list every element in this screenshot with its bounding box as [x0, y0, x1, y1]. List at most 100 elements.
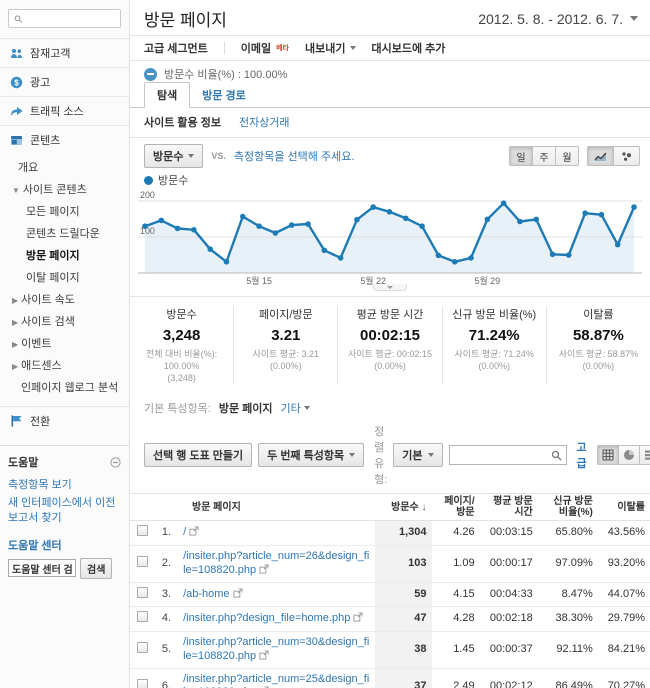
granularity-day-button[interactable]: 일 — [509, 146, 533, 166]
row-checkbox[interactable] — [137, 556, 148, 567]
plot-rows-button[interactable]: 선택 행 도표 만들기 — [144, 443, 252, 467]
row-checkbox[interactable] — [137, 679, 148, 688]
sidebar-item-adsense[interactable]: ▶애드센스 — [0, 354, 129, 376]
date-range-picker[interactable]: 2012. 5. 8. - 2012. 6. 7. — [478, 11, 638, 27]
main-content: 방문 페이지 2012. 5. 8. - 2012. 6. 7. 고급 세그먼트… — [130, 0, 650, 688]
header-bounce-rate[interactable]: 이탈률 — [598, 494, 650, 521]
collapse-icon[interactable] — [110, 457, 121, 468]
sidebar-item-conversions[interactable]: 전환 — [0, 406, 129, 435]
help-link-view-metrics[interactable]: 측정항목 보기 — [8, 476, 121, 494]
help-center-label[interactable]: 도움말 센터 — [8, 537, 121, 553]
sort-type-dropdown[interactable]: 기본 — [393, 443, 442, 467]
landing-page-link[interactable]: /insiter.php?article_num=25&design_file=… — [183, 673, 369, 688]
segment-label: 방문수 비율(%) : 100.00% — [164, 66, 287, 82]
sidebar-item-overview[interactable]: 개요 — [0, 156, 129, 178]
table-view-icon — [602, 449, 614, 461]
sidebar-item-landing-pages[interactable]: 방문 페이지 — [0, 244, 129, 266]
table-search-input[interactable] — [455, 448, 551, 462]
table-row: 5./insiter.php?article_num=30&design_fil… — [130, 632, 650, 669]
add-to-dashboard-button[interactable]: 대시보드에 추가 — [372, 40, 446, 56]
sidebar-item-content-drilldown[interactable]: 콘텐츠 드릴다운 — [0, 222, 129, 244]
header-landing-page[interactable]: 방문 페이지 — [130, 494, 375, 521]
sidebar-item-events[interactable]: ▶이벤트 — [0, 332, 129, 354]
export-button[interactable]: 내보내기 — [305, 40, 355, 56]
advanced-search-link[interactable]: 고급 — [577, 439, 587, 471]
svg-text:200: 200 — [140, 190, 155, 200]
help-search-input[interactable] — [8, 559, 76, 577]
sidebar-search-input[interactable] — [27, 12, 115, 25]
tab-visitor-flow[interactable]: 방문 경로 — [190, 83, 258, 107]
sidebar-item-content[interactable]: 콘텐츠 — [0, 125, 129, 154]
series-dot-icon — [144, 176, 153, 185]
table-body: 1./1,3044.2600:03:1565.80%43.56%2./insit… — [130, 521, 650, 688]
performance-view-button[interactable] — [639, 445, 650, 465]
external-link-icon[interactable] — [259, 564, 269, 574]
select-metric-link[interactable]: 측정항목을 선택해 주세요. — [234, 148, 355, 164]
landing-page-link[interactable]: /insiter.php?article_num=26&design_file=… — [183, 550, 369, 576]
tab-explorer[interactable]: 탐색 — [144, 82, 190, 108]
landing-page-link[interactable]: /ab-home — [183, 588, 229, 600]
secondary-dimension-button[interactable]: 두 번째 특성항목 — [258, 443, 364, 467]
granularity-month-button[interactable]: 월 — [555, 146, 579, 166]
sidebar-item-exit-pages[interactable]: 이탈 페이지 — [0, 266, 129, 288]
sidebar-item-advertising[interactable]: $ 광고 — [0, 67, 129, 96]
help-panel: 도움말 측정항목 보기 새 인터페이스에서 이전 보고서 찾기 도움말 센터 검… — [0, 445, 129, 589]
landing-page-link[interactable]: / — [183, 526, 186, 538]
row-pages-per-visit: 1.09 — [432, 546, 480, 583]
primary-dimension-value[interactable]: 방문 페이지 — [219, 400, 273, 416]
header-pages-per-visit[interactable]: 페이지/방문 — [432, 494, 480, 521]
granularity-week-button[interactable]: 주 — [532, 146, 556, 166]
active-segment-row: 방문수 비율(%) : 100.00% — [130, 61, 650, 85]
header-avg-time[interactable]: 평균 방문 시간 — [480, 494, 538, 521]
motion-chart-icon — [621, 151, 632, 162]
subnav-ecommerce[interactable]: 전자상거래 — [239, 114, 290, 130]
external-link-icon[interactable] — [233, 588, 243, 598]
email-button[interactable]: 이메일베타 — [241, 40, 289, 56]
subnav-site-usage[interactable]: 사이트 활용 정보 — [144, 114, 221, 130]
row-pages-per-visit: 2.49 — [432, 668, 480, 688]
row-checkbox[interactable] — [137, 587, 148, 598]
table-header-row: 방문 페이지 방문수 ↓ 페이지/방문 평균 방문 시간 신규 방문 비율(%)… — [130, 494, 650, 521]
sidebar-item-audience[interactable]: 잠재고객 — [0, 38, 129, 67]
sidebar-item-inpage-analytics[interactable]: 인페이지 웹로그 분석 — [0, 376, 129, 398]
motion-chart-button[interactable] — [613, 146, 640, 166]
row-checkbox[interactable] — [137, 642, 148, 653]
sidebar-item-all-pages[interactable]: 모든 페이지 — [0, 200, 129, 222]
advanced-segments-button[interactable]: 고급 세그먼트 — [144, 40, 208, 56]
external-link-icon[interactable] — [353, 612, 363, 622]
metric-picker-row: 방문수 VS. 측정항목을 선택해 주세요. 일 주 월 — [130, 138, 650, 170]
search-icon — [14, 14, 23, 24]
divider — [224, 42, 225, 54]
external-link-icon[interactable] — [189, 526, 199, 536]
sidebar-item-site-speed[interactable]: ▶사이트 속도 — [0, 288, 129, 310]
chevron-down-icon: ▼ — [12, 186, 20, 195]
search-icon[interactable] — [551, 450, 562, 461]
sidebar-item-site-search[interactable]: ▶사이트 검색 — [0, 310, 129, 332]
row-checkbox[interactable] — [137, 611, 148, 622]
visits-chart-svg[interactable]: 1002005월 155월 225월 29 — [138, 189, 642, 286]
sidebar-item-site-content[interactable]: ▼사이트 콘텐츠 — [0, 178, 129, 200]
metric-label: 평균 방문 시간 — [340, 306, 439, 322]
chevron-down-icon — [349, 453, 355, 457]
report-subnav: 사이트 활용 정보 전자상거래 — [130, 108, 650, 138]
landing-page-link[interactable]: /insiter.php?design_file=home.php — [183, 612, 350, 624]
dimension-other-dropdown[interactable]: 기타 — [281, 400, 310, 416]
row-bounce-rate: 29.79% — [598, 607, 650, 632]
metric-card-new-visits: 신규 방문 비율(%) 71.24% 사이트 평균: 71.24%(0.00%) — [442, 306, 546, 384]
percentage-view-button[interactable] — [618, 445, 640, 465]
line-chart-button[interactable] — [587, 146, 614, 166]
sidebar-item-traffic-sources[interactable]: 트래픽 소스 — [0, 96, 129, 125]
metric-dropdown[interactable]: 방문수 — [144, 144, 203, 168]
header-visits[interactable]: 방문수 ↓ — [375, 494, 431, 521]
landing-page-link[interactable]: /insiter.php?article_num=30&design_file=… — [183, 636, 369, 662]
table-view-button[interactable] — [597, 445, 619, 465]
help-search-button[interactable]: 검색 — [80, 558, 112, 579]
header-new-visit-rate[interactable]: 신규 방문 비율(%) — [538, 494, 598, 521]
row-avg-time: 00:02:18 — [480, 607, 538, 632]
vs-label: VS. — [211, 151, 226, 161]
external-link-icon[interactable] — [259, 650, 269, 660]
row-checkbox[interactable] — [137, 525, 148, 536]
help-link-find-reports[interactable]: 새 인터페이스에서 이전 보고서 찾기 — [8, 494, 121, 527]
metric-label: 신규 방문 비율(%) — [445, 306, 544, 322]
row-rank: 2. — [154, 546, 178, 583]
